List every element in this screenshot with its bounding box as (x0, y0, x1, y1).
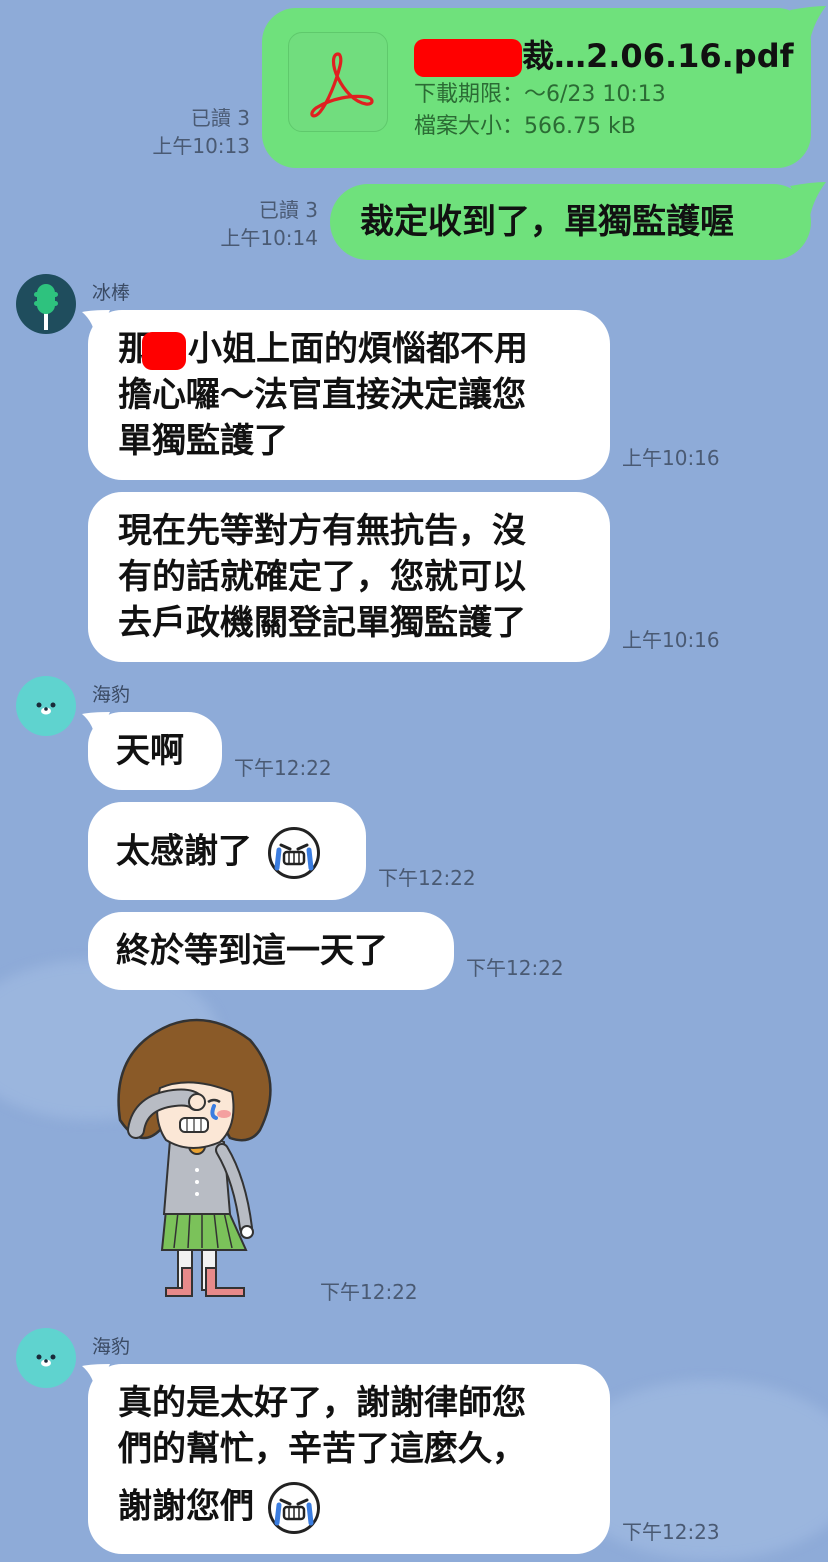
avatar[interactable] (16, 1328, 76, 1388)
file-expiry: 下載期限：～6/23 10:13 (414, 82, 666, 107)
avatar[interactable] (16, 274, 76, 334)
pdf-icon (288, 32, 388, 132)
message-text: 現在先等對方有無抗告，沒 (118, 511, 526, 551)
crying-emoji-icon (267, 1482, 320, 1534)
file-name: 裁…2.06.16.pdf (414, 36, 794, 77)
message-text: 裁定收到了，單獨監護喔 (360, 202, 734, 242)
outgoing-message-bubble[interactable]: 裁定收到了，單獨監護喔 (330, 184, 811, 260)
bubble-tail (790, 6, 826, 40)
message-time: 上午10:14 (220, 226, 318, 250)
redaction-mark (142, 331, 186, 370)
message-text: 真的是太好了，謝謝律師您 (118, 1383, 526, 1423)
message-text: 擔心囉～法官直接決定讓您 (118, 375, 526, 415)
message-text: 天啊 (116, 731, 184, 771)
popsicle-icon (34, 284, 58, 330)
crying-emoji-icon (267, 827, 320, 879)
message-text: 小姐上面的煩惱都不用 (188, 329, 528, 369)
read-receipt: 已讀 3 (258, 198, 318, 222)
message-time: 下午12:23 (622, 1520, 720, 1544)
seal-icon (36, 1354, 56, 1367)
message-time: 下午12:22 (234, 756, 332, 780)
file-message-bubble[interactable]: 裁…2.06.16.pdf 下載期限：～6/23 10:13 檔案大小：566.… (262, 8, 811, 168)
seal-icon (36, 702, 56, 715)
file-size: 檔案大小：566.75 kB (414, 114, 636, 139)
sender-name: 海豹 (92, 1336, 131, 1358)
message-text: 謝謝您們 (118, 1486, 254, 1527)
sender-name: 海豹 (92, 684, 131, 706)
crying-girl-sticker[interactable] (100, 1010, 290, 1305)
message-time: 上午10:16 (622, 628, 720, 652)
message-text: 單獨監護了 (118, 421, 288, 461)
read-receipt: 已讀 3 (190, 106, 250, 130)
redaction-mark (414, 39, 522, 77)
incoming-message-bubble[interactable]: 現在先等對方有無抗告，沒 有的話就確定了，您就可以 去戶政機關登記單獨監護了 (88, 492, 610, 662)
message-time: 上午10:13 (152, 134, 250, 158)
bubble-tail (790, 182, 826, 216)
incoming-message-bubble[interactable]: 太感謝了 (88, 802, 366, 900)
incoming-message-bubble[interactable]: 那小姐上面的煩惱都不用 擔心囉～法官直接決定讓您 單獨監護了 (88, 310, 610, 480)
avatar[interactable] (16, 676, 76, 736)
message-time: 下午12:22 (378, 866, 476, 890)
file-name-suffix: 裁…2.06.16.pdf (522, 37, 794, 75)
message-text: 去戶政機關登記單獨監護了 (118, 603, 526, 643)
message-text: 們的幫忙，辛苦了這麼久， (118, 1429, 526, 1469)
message-text: 有的話就確定了，您就可以 (118, 557, 526, 597)
incoming-message-bubble[interactable]: 真的是太好了，謝謝律師您 們的幫忙，辛苦了這麼久， 謝謝您們 (88, 1364, 610, 1554)
message-time: 下午12:22 (320, 1280, 418, 1304)
incoming-message-bubble[interactable]: 天啊 (88, 712, 222, 790)
message-text: 終於等到這一天了 (116, 931, 388, 971)
message-time: 上午10:16 (622, 446, 720, 470)
message-time: 下午12:22 (466, 956, 564, 980)
sender-name: 冰棒 (92, 282, 131, 304)
incoming-message-bubble[interactable]: 終於等到這一天了 (88, 912, 454, 990)
message-text: 太感謝了 (116, 831, 252, 872)
